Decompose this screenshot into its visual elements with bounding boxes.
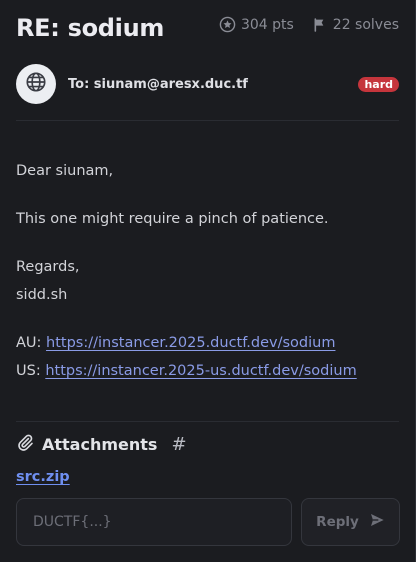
- flag-input[interactable]: [16, 498, 292, 546]
- header-divider: [16, 120, 399, 121]
- message-signature: sidd.sh: [16, 287, 68, 303]
- message-signoff: Regards,: [16, 259, 80, 275]
- flag-icon: [312, 17, 328, 33]
- globe-icon: [25, 71, 47, 97]
- points-stat: 304 pts: [219, 16, 294, 33]
- attachment-link[interactable]: src.zip: [16, 469, 70, 485]
- points-value: 304 pts: [240, 16, 294, 33]
- reply-label: Reply: [316, 514, 359, 530]
- paperclip-icon: [16, 433, 34, 455]
- challenge-stats: 304 pts 22 solves: [219, 16, 399, 33]
- us-instance-line: US: https://instancer.2025-us.ductf.dev/…: [16, 363, 357, 379]
- us-instance-link[interactable]: https://instancer.2025-us.ductf.dev/sodi…: [45, 363, 356, 379]
- page-title: RE: sodium: [16, 14, 165, 42]
- challenge-card: RE: sodium 304 pts 22 solves To: siunam@…: [0, 0, 416, 562]
- us-label: US:: [16, 363, 41, 379]
- message-greeting: Dear siunam,: [16, 163, 114, 179]
- difficulty-badge: hard: [358, 76, 399, 92]
- attachments-label: Attachments: [42, 434, 158, 454]
- recipient-address: To: siunam@aresx.duc.tf: [68, 76, 248, 92]
- send-icon: [369, 512, 385, 532]
- au-instance-link[interactable]: https://instancer.2025.ductf.dev/sodium: [46, 335, 335, 351]
- recipient-row: To: siunam@aresx.duc.tf hard: [16, 64, 399, 104]
- solves-stat: 22 solves: [312, 17, 399, 33]
- star-circle-icon: [219, 16, 236, 33]
- message-text: This one might require a pinch of patien…: [16, 211, 329, 227]
- attachments-divider: [16, 421, 399, 422]
- attachments-anchor[interactable]: #: [171, 434, 186, 455]
- solves-value: 22 solves: [332, 16, 399, 33]
- au-instance-line: AU: https://instancer.2025.ductf.dev/sod…: [16, 335, 335, 351]
- attachments-heading: Attachments #: [16, 433, 187, 455]
- avatar: [16, 64, 56, 104]
- reply-button[interactable]: Reply: [301, 498, 400, 546]
- au-label: AU:: [16, 335, 42, 351]
